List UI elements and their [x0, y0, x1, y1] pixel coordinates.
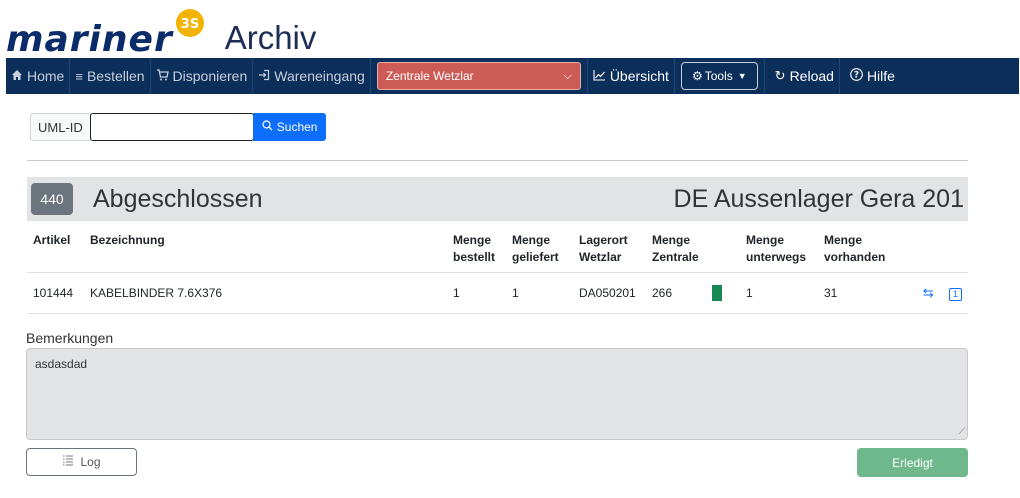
- cell-actions: ⇆ 1: [906, 272, 968, 314]
- nav-wareneingang-label: Wareneingang: [274, 68, 365, 84]
- count-badge: 440: [31, 183, 73, 215]
- remarks-label: Bemerkungen: [26, 330, 114, 346]
- table-header-row: Artikel Bezeichnung Menge bestellt Menge g…: [27, 221, 968, 273]
- brand: mariner 3S Archiv: [6, 8, 316, 58]
- col-menge-bestellt: Menge bestellt: [447, 221, 506, 273]
- divider: [27, 160, 968, 161]
- nav-uebersicht[interactable]: Übersicht: [588, 58, 675, 94]
- cell-vorhanden: 31: [818, 272, 906, 314]
- cell-bestellt: 1: [447, 272, 506, 314]
- caret-down-icon: ▼: [737, 71, 747, 81]
- svg-text:?: ?: [854, 71, 859, 81]
- log-button[interactable]: Log: [26, 448, 137, 476]
- nav-disponieren-label: Disponieren: [172, 68, 248, 84]
- nav-bestellen-label: Bestellen: [86, 68, 145, 84]
- stock-status-indicator: [712, 285, 722, 301]
- location-title: DE Aussenlager Gera 201: [673, 184, 964, 213]
- quantity-box-icon[interactable]: 1: [949, 288, 962, 301]
- location-select-value: Zentrale Wetzlar: [385, 69, 474, 83]
- tools-label: Tools: [704, 69, 733, 83]
- search-group: UML-ID Suchen: [30, 113, 328, 141]
- tools-dropdown-button[interactable]: ⚙ Tools ▼: [680, 62, 758, 90]
- gear-icon: ⚙: [691, 69, 703, 83]
- cell-geliefert: 1: [506, 272, 573, 314]
- search-button-label: Suchen: [276, 120, 318, 134]
- nav-disponieren[interactable]: Disponieren: [151, 58, 254, 94]
- status-title: Abgeschlossen: [93, 184, 263, 213]
- home-icon: [11, 69, 23, 84]
- col-menge-geliefert: Menge geliefert: [506, 221, 573, 273]
- page-title: Archiv: [224, 19, 317, 56]
- mariner-logo: mariner: [6, 19, 173, 60]
- nav-hilfe-label: Hilfe: [866, 68, 895, 84]
- col-lagerort: Lagerort Wetzlar: [573, 221, 646, 273]
- cell-lagerort: DA050201: [573, 272, 646, 314]
- nav-wareneingang[interactable]: Wareneingang: [253, 58, 371, 94]
- nav-uebersicht-label: Übersicht: [609, 68, 669, 84]
- done-button[interactable]: Erledigt: [857, 448, 968, 477]
- cell-bezeichnung: KABELBINDER 7.6X376: [84, 272, 447, 314]
- reload-icon: ↻: [774, 68, 786, 83]
- nav-reload-label: Reload: [789, 68, 834, 84]
- col-actions: [906, 221, 968, 273]
- transfer-icon[interactable]: ⇆: [923, 285, 934, 300]
- col-menge-unterwegs: Menge unterwegs: [740, 221, 818, 273]
- sign-in-icon: [258, 69, 270, 84]
- nav-hilfe[interactable]: ? Hilfe: [840, 58, 900, 94]
- chart-line-icon: [593, 69, 606, 84]
- archive-page: mariner 3S Archiv Home ≡ Bestellen Dispo…: [0, 0, 1020, 498]
- logo-badge-icon: 3S: [175, 9, 204, 37]
- nav-reload[interactable]: ↻ Reload: [765, 58, 840, 94]
- col-artikel: Artikel: [27, 221, 84, 273]
- table-row: 101444 KABELBINDER 7.6X376 1 1 DA050201 …: [27, 272, 968, 314]
- col-menge-vorhanden: Menge vorhanden: [818, 221, 906, 273]
- nav-bestellen[interactable]: ≡ Bestellen: [70, 58, 151, 94]
- list-icon: ≡: [75, 68, 83, 84]
- location-select[interactable]: Zentrale Wetzlar ⌵: [376, 62, 581, 90]
- status-header: 440 Abgeschlossen DE Aussenlager Gera 20…: [27, 177, 968, 221]
- cell-unterwegs: 1: [740, 272, 818, 314]
- log-button-label: Log: [80, 455, 101, 469]
- cell-zentrale: 266: [646, 272, 706, 314]
- svg-text:3S: 3S: [180, 17, 198, 32]
- cart-icon: [156, 68, 169, 84]
- search-button[interactable]: Suchen: [252, 113, 327, 141]
- remarks-textarea[interactable]: asdasdad ⟋: [26, 348, 968, 440]
- cell-artikel: 101444: [27, 272, 84, 314]
- main-navbar: Home ≡ Bestellen Disponieren Wareneingan…: [6, 58, 1019, 94]
- list-icon: [62, 455, 74, 469]
- resize-handle-icon[interactable]: ⟋: [959, 426, 965, 437]
- nav-home[interactable]: Home: [6, 58, 71, 94]
- col-bezeichnung: Bezeichnung: [84, 221, 447, 273]
- search-icon: [262, 120, 273, 134]
- uml-id-label: UML-ID: [30, 113, 91, 141]
- cell-indicator: [706, 272, 740, 314]
- items-table: Artikel Bezeichnung Menge bestellt Menge g…: [27, 221, 968, 314]
- col-menge-zentrale: Menge Zentrale: [646, 221, 706, 273]
- help-icon: ?: [850, 68, 863, 84]
- chevron-down-icon: ⌵: [563, 69, 572, 82]
- remarks-text: asdasdad: [35, 357, 88, 371]
- uml-id-input[interactable]: [89, 113, 254, 141]
- nav-home-label: Home: [27, 68, 65, 84]
- col-indicator: [706, 221, 740, 273]
